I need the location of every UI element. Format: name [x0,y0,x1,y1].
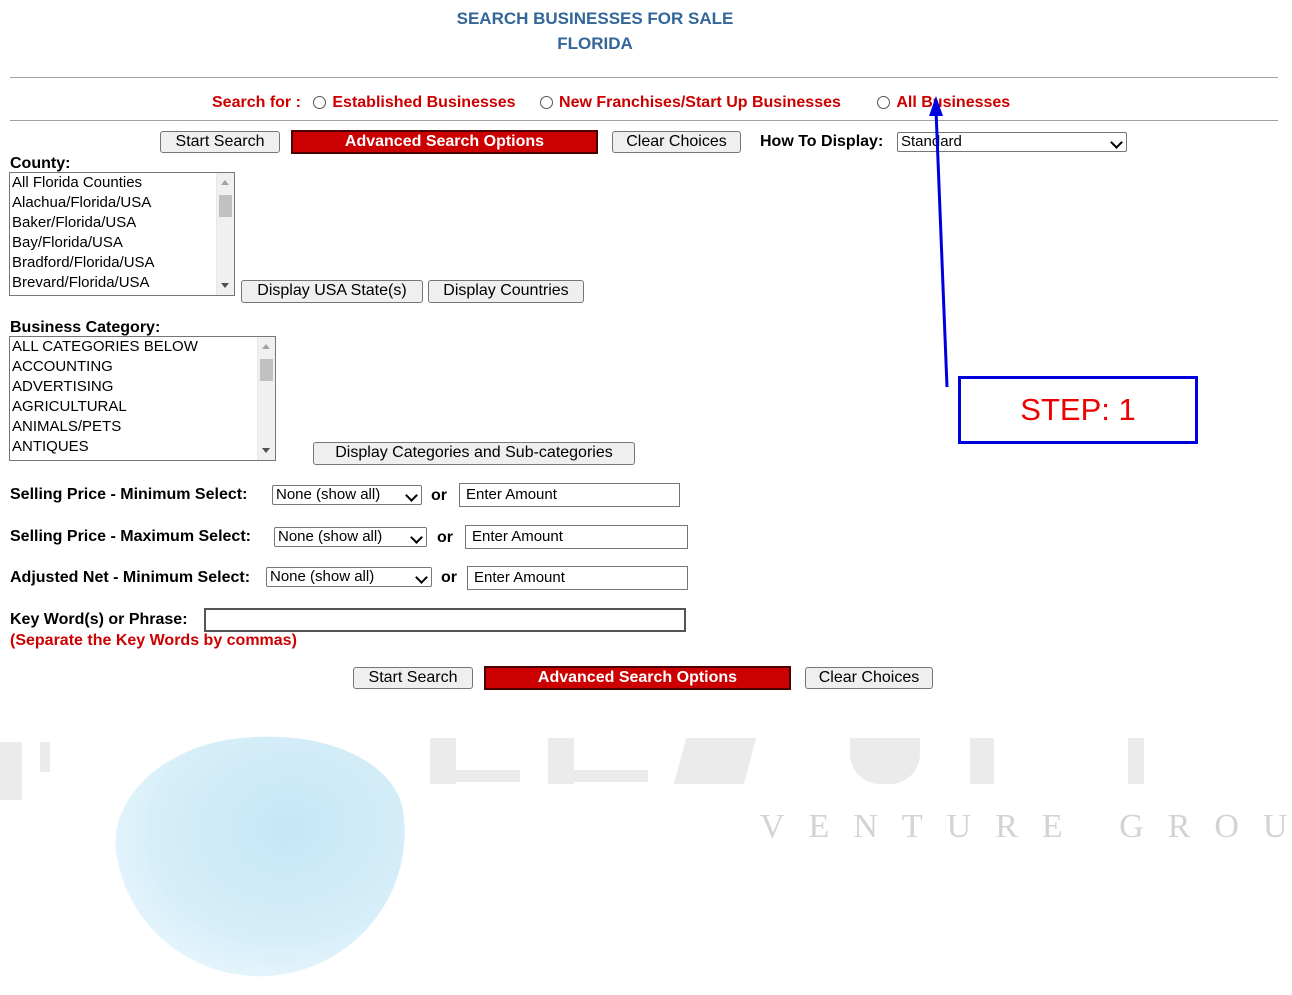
list-item[interactable]: ALL CATEGORIES BELOW [12,337,198,357]
or-label: or [437,529,453,546]
page-subtitle: FLORIDA [557,34,633,53]
keywords-note: (Separate the Key Words by commas) [10,632,297,649]
watermark-logo-shape [673,738,757,784]
price-min-input[interactable]: Enter Amount [459,483,680,507]
scroll-up-icon[interactable] [262,344,270,349]
scroll-down-icon[interactable] [221,283,229,288]
price-min-select-value: None (show all) [276,486,381,503]
keywords-label: Key Word(s) or Phrase: [10,611,188,628]
list-item[interactable]: Bay/Florida/USA [12,233,155,253]
list-item[interactable]: ANIMALS/PETS [12,417,198,437]
price-min-select[interactable]: None (show all) [272,485,422,505]
watermark-logo-shape [1128,738,1144,784]
advanced-search-button[interactable]: Advanced Search Options [291,130,598,154]
watermark-logo-shape [970,738,994,784]
net-min-select-value: None (show all) [270,568,375,585]
list-item[interactable]: All Florida Counties [12,173,155,193]
keywords-input[interactable] [204,608,686,632]
start-search-button[interactable]: Start Search [160,131,280,153]
scroll-up-icon[interactable] [221,180,229,185]
display-countries-button[interactable]: Display Countries [428,280,584,303]
price-max-label: Selling Price - Maximum Select: [10,528,251,545]
list-item[interactable]: ANTIQUES [12,437,198,457]
display-categories-button[interactable]: Display Categories and Sub-categories [313,442,635,465]
scroll-thumb[interactable] [219,195,232,217]
watermark-logo-shape [850,738,920,784]
divider-top [10,77,1278,78]
list-item[interactable]: Alachua/Florida/USA [12,193,155,213]
list-item[interactable]: ACCOUNTING [12,357,198,377]
list-item[interactable]: ADVERTISING [12,377,198,397]
display-label: How To Display: [760,133,884,150]
arrow-head-icon [929,96,943,116]
step-callout: STEP: 1 [958,376,1198,444]
price-max-input[interactable]: Enter Amount [465,525,688,549]
watermark-logo-shape [0,742,22,800]
clear-choices-button[interactable]: Clear Choices [612,131,741,153]
watermark-logo-shape [560,770,648,782]
watermark-logo-lettering: VENTURE GROUP [760,808,1292,845]
county-label: County: [10,155,71,172]
watermark-logo-shape [40,742,50,772]
watermark-logo-shape [430,770,520,782]
chevron-down-icon [1110,136,1123,149]
display-states-button[interactable]: Display USA State(s) [241,280,423,303]
radio-franchises[interactable]: New Franchises/Start Up Businesses [540,92,841,114]
radio-established[interactable]: Established Businesses [313,92,516,114]
net-min-label: Adjusted Net - Minimum Select: [10,569,251,586]
arrow-line [934,109,949,388]
radio-all-button[interactable] [877,96,891,110]
watermark-logo-shape [102,716,424,995]
list-item[interactable]: Bradford/Florida/USA [12,253,155,273]
start-search-button-bottom[interactable]: Start Search [353,667,473,689]
net-min-input[interactable]: Enter Amount [467,566,688,590]
clear-choices-button-bottom[interactable]: Clear Choices [805,667,933,689]
step-arrow [929,96,949,388]
category-scrollbar[interactable] [257,337,275,460]
price-min-label: Selling Price - Minimum Select: [10,486,248,503]
or-label: or [441,569,457,586]
page-title: SEARCH BUSINESSES FOR SALE [456,9,734,28]
radio-franchises-label: New Franchises/Start Up Businesses [559,94,841,111]
category-label: Business Category: [10,319,161,336]
radio-franchises-button[interactable] [540,96,554,110]
chevron-down-icon [415,571,428,584]
scroll-down-icon[interactable] [262,448,270,453]
county-listbox[interactable]: All Florida Counties Alachua/Florida/USA… [9,172,235,296]
radio-established-button[interactable] [313,96,327,110]
chevron-down-icon [405,489,418,502]
scroll-thumb[interactable] [260,359,273,381]
list-item[interactable]: AGRICULTURAL [12,397,198,417]
divider-bottom [10,120,1278,121]
list-item[interactable]: Brevard/Florida/USA [12,273,155,293]
search-for-label: Search for : [212,94,301,111]
net-min-select[interactable]: None (show all) [266,567,432,587]
advanced-search-button-bottom[interactable]: Advanced Search Options [484,666,791,690]
list-item[interactable]: Baker/Florida/USA [12,213,155,233]
search-for-row: Search for : Established Businesses New … [212,92,1010,114]
price-max-select[interactable]: None (show all) [274,527,427,547]
county-scrollbar[interactable] [216,173,234,295]
or-label: or [431,487,447,504]
chevron-down-icon [410,531,423,544]
radio-established-label: Established Businesses [332,94,516,111]
price-max-select-value: None (show all) [278,528,383,545]
category-listbox[interactable]: ALL CATEGORIES BELOW ACCOUNTING ADVERTIS… [9,336,276,461]
